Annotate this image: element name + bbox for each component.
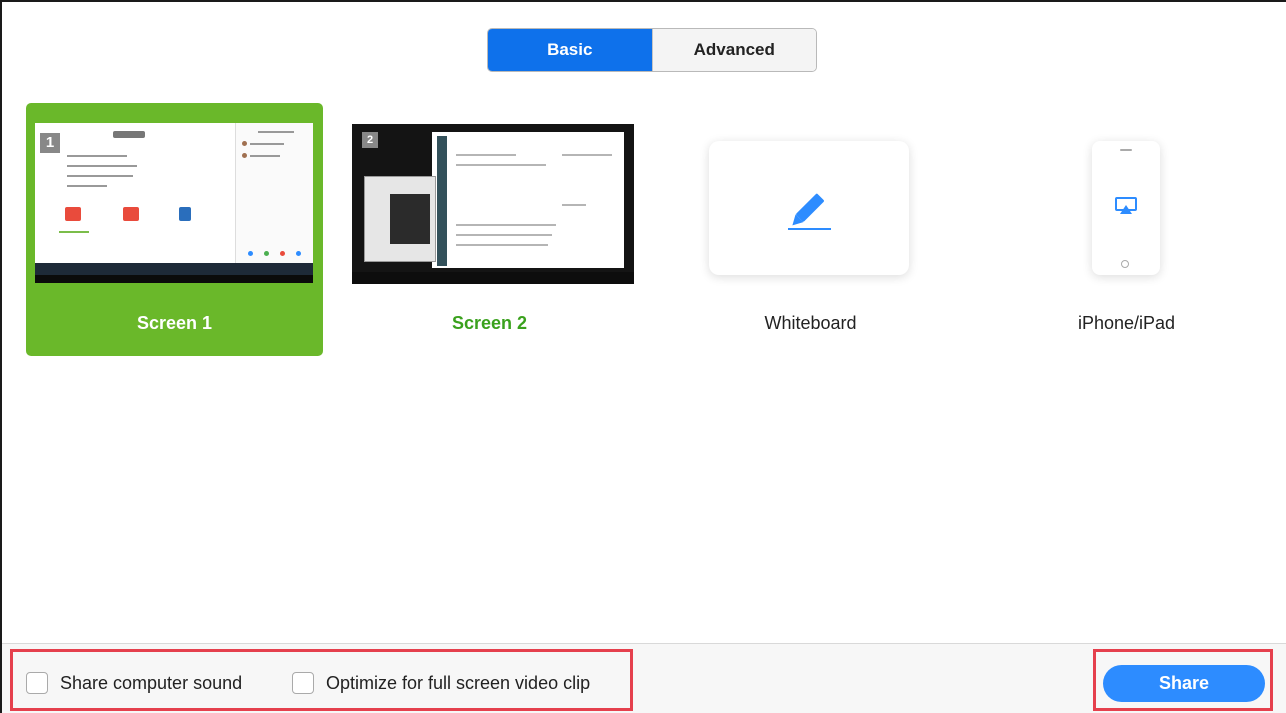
share-computer-sound-checkbox[interactable]: Share computer sound [26, 671, 242, 695]
screen-number-badge: 1 [40, 133, 60, 153]
thumbnail-decoration [456, 224, 556, 226]
thumbnail-decoration [67, 185, 107, 187]
share-option-whiteboard[interactable]: Whiteboard [662, 103, 959, 356]
share-mode-tabs: Basic Advanced [487, 28, 817, 72]
thumbnail-decoration [67, 155, 127, 157]
thumbnail-decoration [258, 131, 294, 133]
thumbnail-decoration [113, 131, 145, 138]
thumbnail-decoration [280, 251, 285, 256]
screen-2-label: Screen 2 [451, 313, 528, 333]
airplay-icon [1115, 197, 1137, 214]
pencil-icon [788, 193, 831, 230]
thumbnail-decoration [390, 194, 430, 244]
thumbnail-decoration [248, 251, 253, 256]
phone-speaker [1120, 149, 1132, 151]
thumbnail-decoration [123, 207, 139, 221]
thumbnail-decoration [250, 143, 284, 145]
optimize-video-checkbox[interactable]: Optimize for full screen video clip [292, 671, 590, 695]
thumbnail-decoration [456, 244, 548, 246]
thumbnail-decoration [296, 251, 301, 256]
thumbnail-decoration [562, 154, 612, 156]
whiteboard-label: Whiteboard [764, 313, 857, 333]
thumbnail-decoration [456, 164, 546, 166]
screen-2-thumbnail: 2 [352, 124, 634, 284]
share-button[interactable]: Share [1103, 665, 1265, 702]
thumbnail-decoration [432, 132, 624, 268]
thumbnail-decoration [456, 154, 516, 156]
phone-home-button [1121, 260, 1129, 268]
screen-1-thumbnail: 1 [35, 123, 313, 283]
checkbox-box[interactable] [292, 672, 314, 694]
optimize-video-label: Optimize for full screen video clip [326, 672, 591, 693]
thumbnail-decoration [59, 231, 89, 233]
checkbox-box[interactable] [26, 672, 48, 694]
tab-advanced[interactable]: Advanced [651, 29, 816, 71]
thumbnail-decoration [65, 207, 81, 221]
thumbnail-decoration [67, 165, 137, 167]
thumbnail-decoration [456, 234, 552, 236]
thumbnail-decoration [179, 207, 191, 221]
thumbnail-decoration [437, 136, 447, 266]
tab-basic[interactable]: Basic [488, 29, 652, 71]
screen-number-badge: 2 [362, 132, 378, 148]
thumbnail-decoration [235, 123, 313, 263]
thumbnail-decoration [352, 272, 634, 284]
share-option-screen-2[interactable]: 2 Screen 2 [341, 103, 638, 356]
share-option-screen-1[interactable]: 1 Screen 1 [26, 103, 323, 356]
share-option-iphone-ipad[interactable]: iPhone/iPad [978, 103, 1275, 356]
whiteboard-card [709, 141, 909, 275]
thumbnail-decoration [242, 153, 247, 158]
share-computer-sound-label: Share computer sound [60, 672, 243, 693]
thumbnail-decoration [250, 155, 280, 157]
iphone-ipad-label: iPhone/iPad [1077, 313, 1176, 333]
phone-illustration [1092, 141, 1160, 275]
thumbnail-decoration [242, 141, 247, 146]
screen-1-label: Screen 1 [136, 313, 213, 333]
thumbnail-decoration [562, 204, 586, 206]
thumbnail-decoration [264, 251, 269, 256]
thumbnail-decoration [67, 175, 133, 177]
thumbnail-decoration [35, 275, 313, 283]
